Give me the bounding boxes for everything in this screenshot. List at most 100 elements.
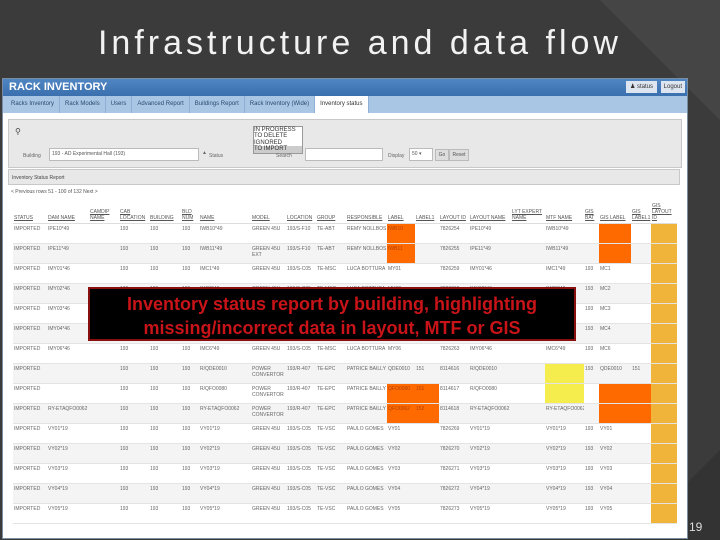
table-cell: PAULO GOMES <box>346 443 387 464</box>
table-cell: VY02 <box>599 443 631 464</box>
column-header[interactable]: CAB LOCATION <box>119 197 149 224</box>
display-select[interactable]: 50 ▾ <box>409 148 433 161</box>
table-cell: POWER CONVERTOR <box>251 383 286 404</box>
table-cell: TE-EPC <box>316 383 346 404</box>
table-cell <box>651 223 677 244</box>
tab-users[interactable]: Users <box>106 96 133 113</box>
table-cell: TE-VSC <box>316 503 346 524</box>
column-header[interactable]: CAMDIP NAME <box>89 197 119 224</box>
table-cell: 193/S-C05 <box>286 343 316 364</box>
table-cell <box>511 423 545 444</box>
search-input[interactable] <box>305 148 383 161</box>
table-cell <box>651 323 677 344</box>
search-label: Search <box>276 153 292 159</box>
column-header[interactable]: BLD NUM <box>181 197 199 224</box>
column-header[interactable]: DAM NAME <box>47 197 89 224</box>
table-cell: VY05*19 <box>47 503 89 524</box>
table-cell: 151 <box>631 363 651 384</box>
table-cell: VY02*19 <box>47 443 89 464</box>
display-label: Display <box>388 153 405 159</box>
table-cell: 7826273 <box>439 503 469 524</box>
tab-inventory-status[interactable]: Inventory status <box>315 96 369 113</box>
user-button[interactable]: ♟ status <box>625 81 657 93</box>
column-header[interactable]: BUILDING <box>149 197 181 224</box>
table-cell: 193 <box>584 503 599 524</box>
status-multiselect[interactable]: IN PROGRESS TO DELETE IGNORED TO IMPORT <box>253 126 303 154</box>
table-cell: R/QDE0010 <box>469 363 511 384</box>
table-cell: VY05 <box>599 503 631 524</box>
column-header[interactable]: LABEL <box>387 197 415 224</box>
report-title: Inventory Status Report <box>8 169 680 185</box>
column-header[interactable]: NAME <box>199 197 251 224</box>
table-cell <box>584 223 599 244</box>
table-cell: 193 <box>584 363 599 384</box>
table-cell <box>415 463 439 484</box>
table-cell: 152 <box>415 403 439 424</box>
go-button[interactable]: Go <box>435 149 449 161</box>
table-cell <box>89 263 119 284</box>
table-cell: 193 <box>149 443 181 464</box>
reset-button[interactable]: Reset <box>449 149 469 161</box>
table-cell: 193 <box>149 363 181 384</box>
table-cell <box>599 383 631 404</box>
table-cell: TE-MSC <box>316 343 346 364</box>
column-header[interactable]: LAYOUT ID <box>439 197 469 224</box>
status-option[interactable]: TO IMPORT <box>254 146 302 153</box>
column-header[interactable]: GIS LABEL <box>599 197 631 224</box>
table-cell: 193/S-C05 <box>286 503 316 524</box>
table-cell: VY04*19 <box>47 483 89 504</box>
table-cell: 193/R-407 <box>286 383 316 404</box>
tab-bar: Racks Inventory Rack Models Users Advanced … <box>3 96 687 113</box>
table-cell <box>631 483 651 504</box>
table-cell: RY-ETAQFO0062 <box>469 403 511 424</box>
table-cell <box>511 503 545 524</box>
tab-rack-inventory-wide-[interactable]: Rack Inventory (Wide) <box>245 96 316 113</box>
table-row: IMPORTED VY04*19 193 193 193 VY04*19 GREEN 45U… <box>13 483 677 504</box>
search-icon[interactable]: ⚲ <box>15 127 21 136</box>
column-header[interactable]: GIS LABEL1 <box>631 197 651 224</box>
tab-advanced-report[interactable]: Advanced Report <box>132 96 190 113</box>
logout-button[interactable]: Logout <box>660 81 685 93</box>
table-cell: 193 <box>149 463 181 484</box>
table-cell <box>89 463 119 484</box>
table-cell: TE-MSC <box>316 263 346 284</box>
table-cell <box>651 263 677 284</box>
column-header[interactable]: GROUP <box>316 197 346 224</box>
pager[interactable]: < Previous rows 51 - 100 of 132 Next > <box>11 189 98 195</box>
column-header[interactable]: MODEL <box>251 197 286 224</box>
tab-buildings-report[interactable]: Buildings Report <box>190 96 245 113</box>
table-cell <box>47 363 89 384</box>
column-header[interactable]: LYT EXPERT NAME <box>511 197 545 224</box>
table-cell: IMPORTED <box>13 423 47 444</box>
table-cell: IPE10*49 <box>47 223 89 244</box>
column-header[interactable]: GIS LAYOUT ID <box>651 197 677 224</box>
table-cell: 193 <box>584 263 599 284</box>
table-cell: IWB11*49 <box>199 243 251 264</box>
column-header[interactable]: GIS BAT <box>584 197 599 224</box>
table-cell: RY-ETAQFO0062 <box>47 403 89 424</box>
table-cell: IMY03*46 <box>47 303 89 324</box>
table-cell: 193 <box>181 243 199 264</box>
table-cell: 193 <box>181 223 199 244</box>
table-cell <box>651 303 677 324</box>
tab-racks-inventory[interactable]: Racks Inventory <box>6 96 61 113</box>
column-header[interactable]: LOCATION <box>286 197 316 224</box>
column-header[interactable]: MTF NAME <box>545 197 584 224</box>
column-header[interactable]: RESPONSIBLE <box>346 197 387 224</box>
column-header[interactable]: LABEL1 <box>415 197 439 224</box>
table-cell: IMPORTED <box>13 463 47 484</box>
building-input[interactable]: 193 - AD Experimental Hall (193) <box>49 148 199 161</box>
table-cell: 8114618 <box>439 403 469 424</box>
building-dropdown-icon[interactable]: ▲ <box>202 150 207 156</box>
tab-rack-models[interactable]: Rack Models <box>60 96 106 113</box>
table-cell: 193 <box>181 463 199 484</box>
table-cell: PATRICE BAILLY <box>346 403 387 424</box>
column-header[interactable]: LAYOUT NAME <box>469 197 511 224</box>
table-cell: 193 <box>119 363 149 384</box>
column-header[interactable]: STATUS <box>13 197 47 224</box>
table-cell: MC2 <box>599 283 631 304</box>
table-cell: 193/S-F10 <box>286 223 316 244</box>
table-cell <box>415 503 439 524</box>
table-cell: 193 <box>584 443 599 464</box>
building-label: Building <box>23 153 41 159</box>
